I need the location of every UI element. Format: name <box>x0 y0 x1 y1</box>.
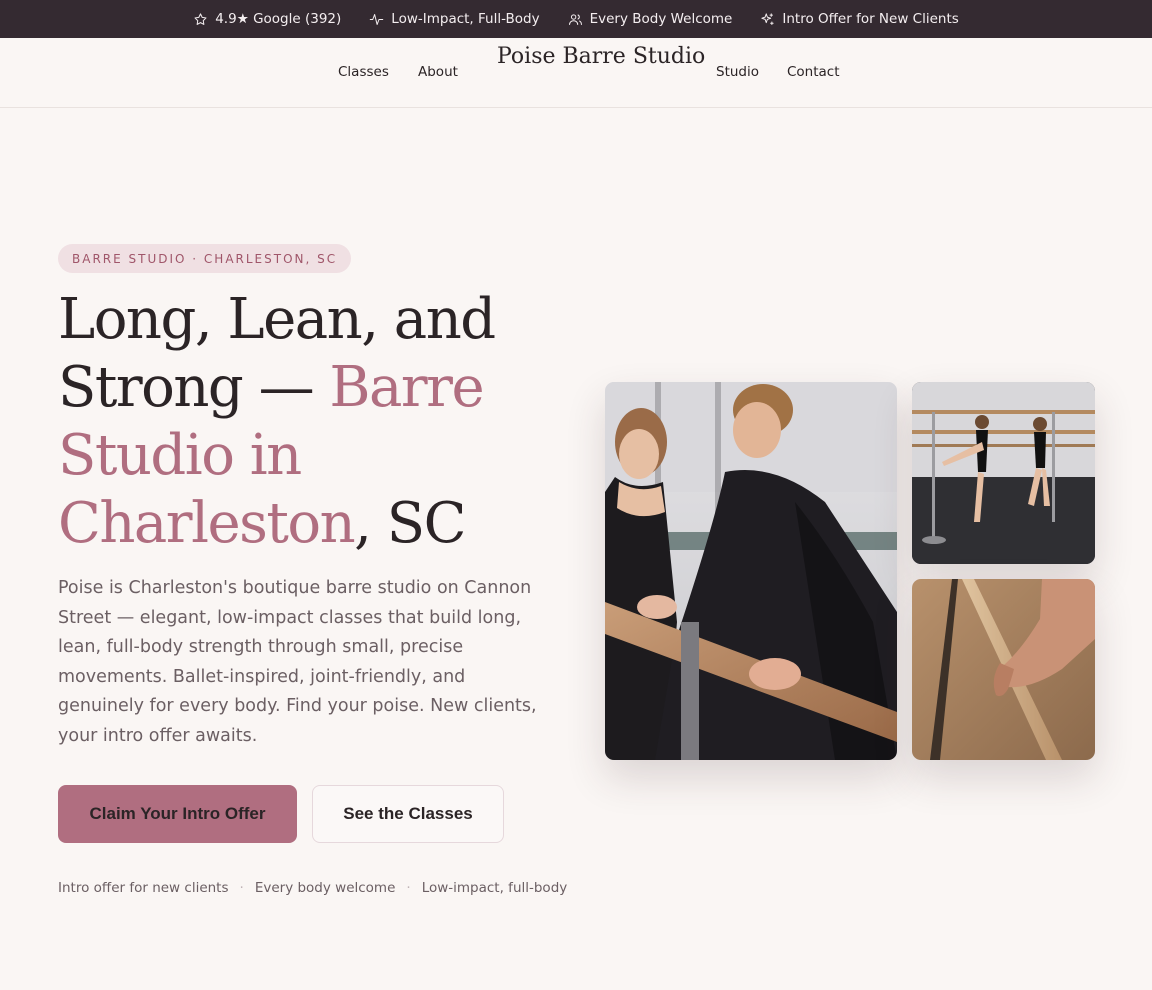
announcement-bar: 4.9★ Google (392) Low-Impact, Full-Body … <box>0 0 1152 38</box>
see-classes-button[interactable]: See the Classes <box>312 785 504 843</box>
nav-link-studio[interactable]: Studio <box>716 64 759 80</box>
rating-item: 4.9★ Google (392) <box>193 11 341 27</box>
barre-class-photo <box>605 382 897 760</box>
nav-link-contact[interactable]: Contact <box>787 64 840 80</box>
headline-part-2: , SC <box>354 491 466 556</box>
nav-link-classes[interactable]: Classes <box>338 64 389 80</box>
nav-link-about[interactable]: About <box>418 64 458 80</box>
intro-offer-text: Intro Offer for New Clients <box>782 11 959 27</box>
sparkle-icon <box>761 12 774 25</box>
hero-description: Poise is Charleston's boutique barre stu… <box>58 578 537 746</box>
intro-offer-item: Intro Offer for New Clients <box>760 11 959 27</box>
perk-separator: · <box>406 880 411 896</box>
claim-intro-offer-button[interactable]: Claim Your Intro Offer <box>58 785 297 843</box>
perks-list: Intro offer for new clients · Every body… <box>58 880 567 896</box>
star-icon <box>194 12 207 25</box>
welcome-text: Every Body Welcome <box>589 11 733 27</box>
pulse-icon <box>370 13 384 25</box>
perk-item: Every body welcome <box>254 880 396 896</box>
barre-hand-photo <box>912 579 1095 760</box>
rating-text: 4.9★ Google (392) <box>215 11 342 27</box>
perk-item: Intro offer for new clients <box>58 880 229 896</box>
main-nav: Classes About Poise Barre Studio Studio … <box>0 38 1152 108</box>
users-icon <box>568 13 582 25</box>
low-impact-item: Low-Impact, Full-Body <box>369 11 540 27</box>
low-impact-text: Low-Impact, Full-Body <box>391 11 540 27</box>
location-badge: BARRE STUDIO · CHARLESTON, SC <box>58 244 352 273</box>
perk-item: Low-impact, full-body <box>421 880 568 896</box>
site-logo[interactable]: Poise Barre Studio <box>497 42 705 72</box>
welcome-item: Every Body Welcome <box>568 11 733 27</box>
perk-separator: · <box>239 880 244 896</box>
hero-headline: Long, Lean, and Strong — Barre Studio in… <box>58 286 528 558</box>
barre-studio-photo <box>912 382 1095 564</box>
